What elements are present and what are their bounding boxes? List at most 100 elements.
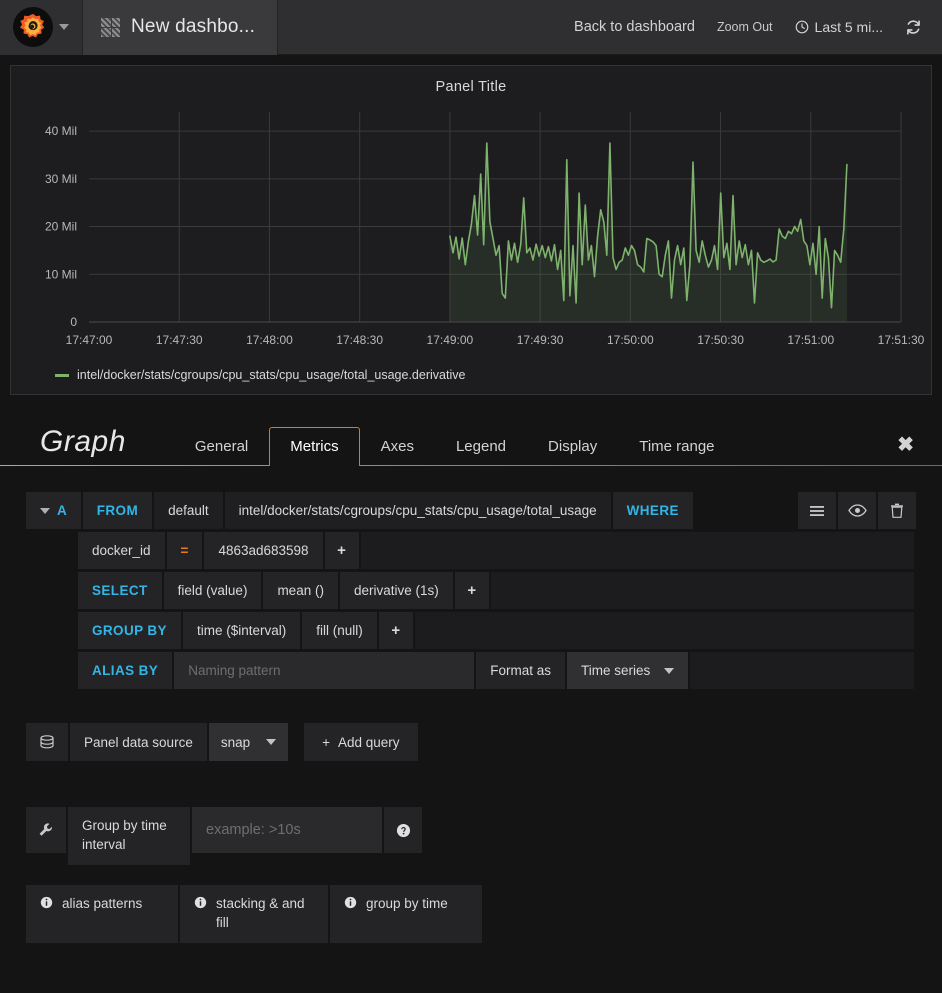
- aliasby-row-filler: [690, 652, 914, 689]
- time-range-picker[interactable]: Last 5 mi...: [795, 19, 883, 35]
- navbar-actions: Back to dashboard Zoom Out Last 5 mi...: [574, 0, 942, 55]
- editor-header: Graph GeneralMetricsAxesLegendDisplayTim…: [0, 413, 942, 465]
- alias-by-label: ALIAS BY: [78, 652, 172, 689]
- select-part-derivative[interactable]: derivative (1s): [340, 572, 453, 609]
- alias-by-input[interactable]: Naming pattern: [174, 652, 474, 689]
- tab-display[interactable]: Display: [527, 427, 618, 466]
- retention-policy-select[interactable]: default: [154, 492, 223, 529]
- legend-color-swatch: [55, 374, 69, 377]
- tag-operator[interactable]: =: [167, 532, 203, 569]
- legend-series-label[interactable]: intel/docker/stats/cgroups/cpu_stats/cpu…: [77, 368, 465, 382]
- chevron-down-icon[interactable]: [59, 24, 69, 30]
- select-part-mean[interactable]: mean (): [263, 572, 338, 609]
- panel-datasource-value: snap: [221, 735, 250, 750]
- tag-value[interactable]: 4863ad683598: [204, 532, 322, 569]
- tab-metrics[interactable]: Metrics: [269, 427, 359, 466]
- where-row-filler: [361, 532, 914, 569]
- svg-text:17:51:30: 17:51:30: [878, 333, 925, 347]
- panel-editor: Graph GeneralMetricsAxesLegendDisplayTim…: [0, 413, 942, 943]
- measurement-select[interactable]: intel/docker/stats/cgroups/cpu_stats/cpu…: [225, 492, 611, 529]
- query-select-row: SELECT field (value) mean () derivative …: [78, 572, 916, 609]
- triangle-down-icon: [40, 508, 50, 514]
- link-alias-patterns-label: alias patterns: [62, 895, 142, 914]
- tab-time-range[interactable]: Time range: [618, 427, 735, 466]
- group-by-fill[interactable]: fill (null): [302, 612, 377, 649]
- help-links-row: alias patterns stacking & and fill group…: [26, 885, 916, 943]
- time-range-label: Last 5 mi...: [815, 19, 883, 35]
- svg-text:17:48:00: 17:48:00: [246, 333, 293, 347]
- info-icon: [40, 896, 53, 909]
- editor-body: A FROM default intel/docker/stats/cgroup…: [0, 466, 942, 943]
- svg-text:17:47:30: 17:47:30: [156, 333, 203, 347]
- link-group-by-time[interactable]: group by time: [330, 885, 482, 943]
- add-query-label: Add query: [338, 735, 400, 750]
- info-icon: [344, 896, 357, 909]
- clock-icon: [795, 20, 809, 34]
- tab-general[interactable]: General: [174, 427, 269, 466]
- dashboard-tab[interactable]: New dashbo...: [82, 0, 278, 55]
- info-icon: [194, 896, 207, 909]
- svg-text:17:47:00: 17:47:00: [66, 333, 113, 347]
- panel-datasource-row: Panel data source snap + Add query: [26, 723, 916, 761]
- database-icon: [26, 723, 68, 761]
- link-group-by-time-label: group by time: [366, 895, 448, 914]
- svg-text:10 Mil: 10 Mil: [45, 267, 77, 281]
- format-as-select[interactable]: Time series: [567, 652, 688, 689]
- grafana-logo-glyph: [19, 13, 47, 41]
- query-aliasby-row: ALIAS BY Naming pattern Format as Time s…: [78, 652, 916, 689]
- svg-text:30 Mil: 30 Mil: [45, 172, 77, 186]
- query-letter: A: [57, 503, 67, 518]
- add-where-icon[interactable]: +: [325, 532, 359, 569]
- select-label: SELECT: [78, 572, 162, 609]
- add-groupby-icon[interactable]: +: [379, 612, 413, 649]
- group-by-time[interactable]: time ($interval): [183, 612, 300, 649]
- query-options-row: Group by time interval example: >10s: [26, 807, 916, 865]
- close-icon[interactable]: ✖: [897, 435, 914, 455]
- panel-datasource-select[interactable]: snap: [209, 723, 288, 761]
- panel-datasource-label: Panel data source: [70, 723, 207, 761]
- svg-text:17:50:00: 17:50:00: [607, 333, 654, 347]
- eye-icon[interactable]: [838, 492, 876, 529]
- tab-axes[interactable]: Axes: [360, 427, 435, 466]
- query-menu-icon[interactable]: [798, 492, 836, 529]
- graph-panel-wrapper: Panel Title 40 Mil 30 Mil 20 Mil 10 Mil 0 17:…: [0, 55, 942, 395]
- zoom-out-button[interactable]: Zoom Out: [717, 20, 773, 34]
- svg-text:20 Mil: 20 Mil: [45, 220, 77, 234]
- link-alias-patterns[interactable]: alias patterns: [26, 885, 178, 943]
- editor-title: Graph: [40, 425, 174, 465]
- where-label[interactable]: WHERE: [613, 492, 693, 529]
- format-as-value: Time series: [581, 663, 650, 678]
- svg-text:17:49:00: 17:49:00: [427, 333, 474, 347]
- link-stacking-and-fill-label: stacking & and fill: [216, 895, 314, 933]
- groupby-row-filler: [415, 612, 914, 649]
- link-stacking-and-fill[interactable]: stacking & and fill: [180, 885, 328, 943]
- svg-text:17:49:30: 17:49:30: [517, 333, 564, 347]
- select-part-field[interactable]: field (value): [164, 572, 262, 609]
- dashboard-title: New dashbo...: [131, 16, 255, 38]
- add-select-icon[interactable]: +: [455, 572, 489, 609]
- wrench-icon: [26, 807, 66, 853]
- svg-text:40 Mil: 40 Mil: [45, 124, 77, 138]
- graph-plot-area[interactable]: 40 Mil 30 Mil 20 Mil 10 Mil 0 17:47:00 17:47:3…: [11, 100, 931, 360]
- add-query-button[interactable]: + Add query: [304, 723, 417, 761]
- panel-title: Panel Title: [11, 66, 931, 95]
- grafana-logo-icon[interactable]: [13, 7, 53, 47]
- select-row-filler: [491, 572, 914, 609]
- tag-key[interactable]: docker_id: [78, 532, 165, 569]
- query-toggle[interactable]: A: [26, 492, 81, 529]
- back-to-dashboard-link[interactable]: Back to dashboard: [574, 19, 695, 35]
- trash-icon[interactable]: [878, 492, 916, 529]
- logo-area: [0, 0, 82, 55]
- query-where-row: docker_id = 4863ad683598 +: [78, 532, 916, 569]
- from-label: FROM: [83, 492, 152, 529]
- help-circle-icon[interactable]: [384, 807, 422, 853]
- svg-text:17:50:30: 17:50:30: [697, 333, 744, 347]
- tab-legend[interactable]: Legend: [435, 427, 527, 466]
- top-navbar: New dashbo... Back to dashboard Zoom Out…: [0, 0, 942, 55]
- svg-text:0: 0: [70, 315, 77, 329]
- group-by-interval-input[interactable]: example: >10s: [192, 807, 382, 853]
- refresh-icon[interactable]: [905, 19, 922, 36]
- query-from-row: A FROM default intel/docker/stats/cgroup…: [26, 492, 916, 529]
- editor-tabs: GeneralMetricsAxesLegendDisplayTime rang…: [174, 426, 736, 465]
- group-by-label: GROUP BY: [78, 612, 181, 649]
